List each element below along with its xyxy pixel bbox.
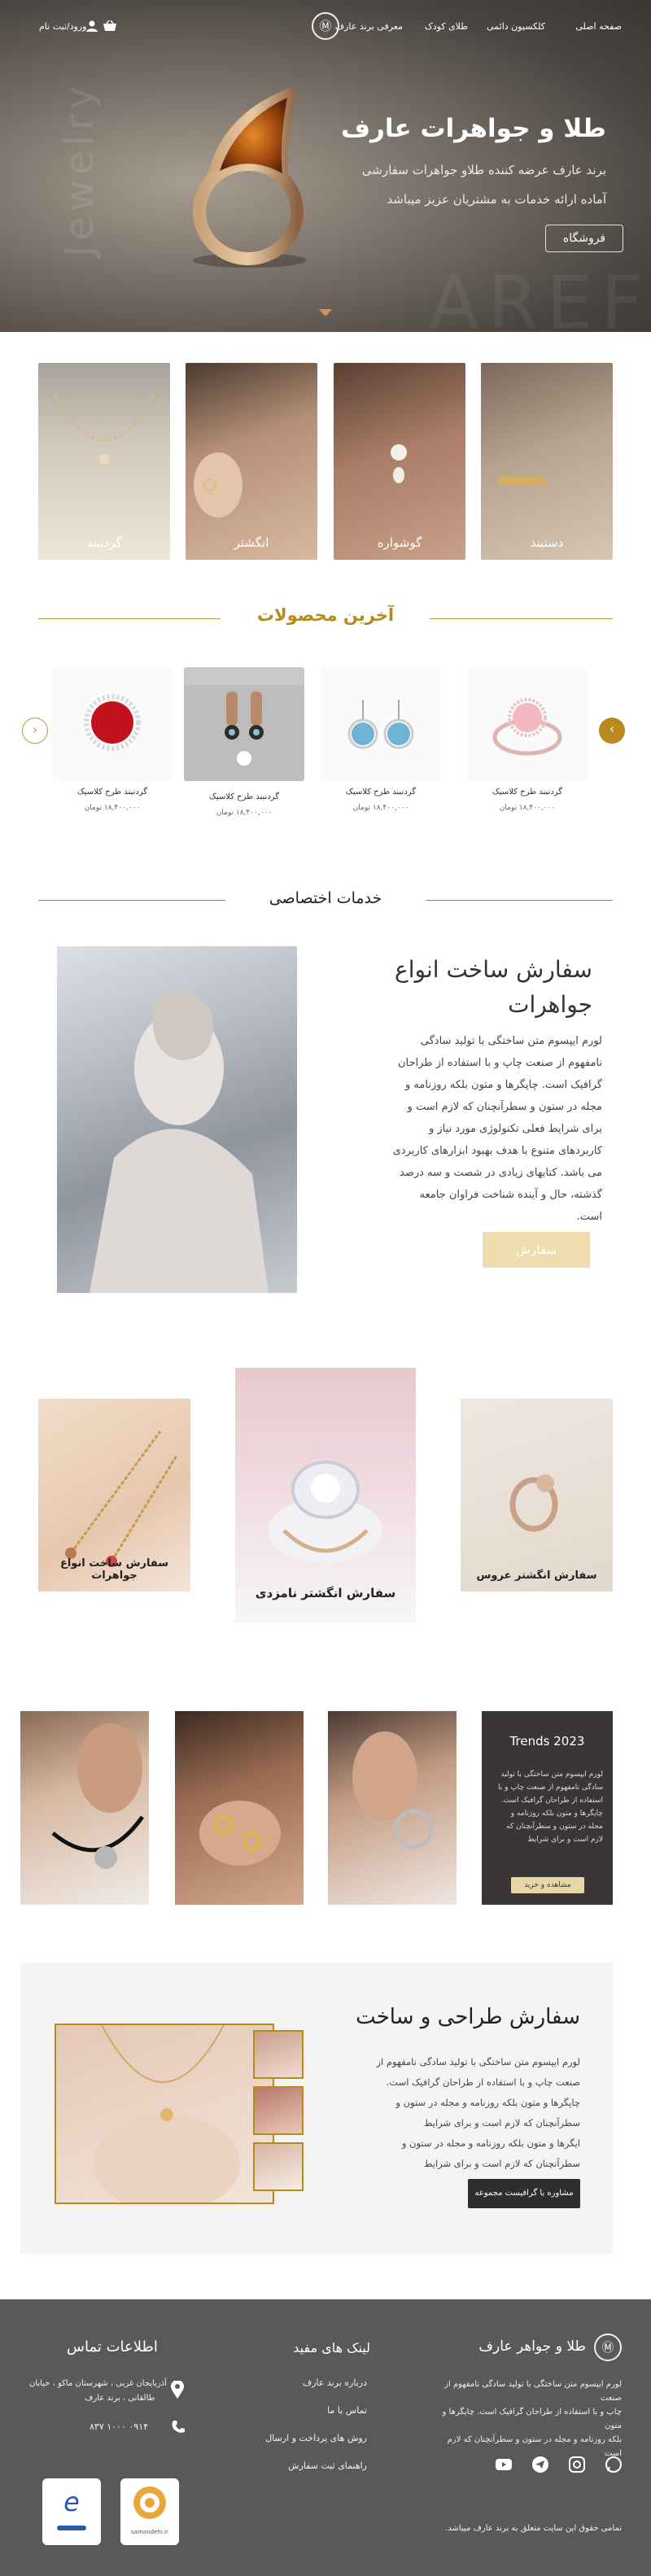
footer-brand: طلا و جواهر عارف [478,2338,586,2355]
trends-body: لورم ایپسوم متن ساختگی با تولید سادگی نام… [498,1770,603,1844]
nav-home[interactable]: صفحه اصلی [575,21,622,32]
trend-photo-ring [175,1711,304,1905]
consult-button[interactable]: مشاوره با گرافیست مجموعه [468,2179,580,2208]
product-image[interactable] [467,667,588,781]
feature-label: سفارش ساخت انواع جواهرات [59,1557,169,1582]
location-icon [171,2380,184,2399]
product-name[interactable]: گردنبند طرح کلاسیک [462,788,592,797]
nav-collection[interactable]: کلکسیون دائمی [487,21,545,32]
services-title: خدمات اختصاصی [269,889,382,907]
feature-card-engagement[interactable]: سفارش انگشتر نامزدی [235,1368,416,1623]
product-name[interactable]: گردنبند طرح کلاسیک [316,788,446,797]
enamad-stars [57,2526,86,2530]
category-label: دستبند [530,535,564,550]
footer-link-guide[interactable]: راهنمای ثبت سفارش [288,2460,367,2471]
basket-icon[interactable] [103,20,117,31]
design-thumb[interactable] [253,2086,304,2135]
phone-icon [171,2420,186,2434]
footer-logo[interactable]: Ⓜ [594,2334,622,2361]
footer-link-about[interactable]: درباره برند عارف [303,2377,367,2388]
product-price: ۱۸,۴۰۰,۰۰۰ تومان [216,809,273,817]
top-navbar: صفحه اصلی کلکسیون دائمی طلای کودک معرفی … [0,0,651,52]
category-card-earring[interactable]: گوشواره [334,363,465,560]
chevron-left-icon[interactable]: ‹ [22,718,48,744]
hero-subtitle-1: برند عارف عرضه کننده طلاو جواهرات سفارشی [361,163,606,177]
services-body: لورم ایپسوم متن ساختگی با تولید سادگی نام… [392,1035,602,1223]
services-heading-1: سفارش ساخت انواع [395,956,592,983]
design-thumb[interactable] [253,2030,304,2079]
feature-label: سفارش انگشتر عروس [476,1570,597,1582]
product-name[interactable]: گردنبند طرح کلاسیک [47,788,177,797]
samandehi-text: samandehi.ir [131,2529,168,2535]
footer: Ⓜ طلا و جواهر عارف لورم ایپسوم متن ساختگ… [0,2299,651,2576]
product-image[interactable] [321,667,441,781]
hero-watermark: AREF [429,260,651,332]
samandehi-badge[interactable]: samandehi.ir [120,2478,179,2545]
product-image[interactable] [52,667,173,781]
design-main-photo [55,2024,274,2204]
whatsapp-icon[interactable] [604,2456,623,2475]
divider [430,618,613,619]
brand-logo[interactable]: Ⓜ [312,12,339,40]
login-link[interactable]: ورود/ثبت نام [39,21,86,32]
nav-kids-gold[interactable]: طلای کودک [425,21,468,32]
trends-card: 2023 Trends لورم ایپسوم متن ساختگی با تو… [482,1711,613,1905]
hero-watermark-vertical: Jewelry [57,81,103,257]
trend-photo-hoop [328,1711,457,1905]
divider [426,900,613,901]
feature-card-jewelry[interactable]: سفارش ساخت انواع جواهرات [38,1399,190,1591]
divider [38,618,221,619]
useful-links-title: لینک های مفید [293,2340,370,2356]
category-label: انگشتر [234,535,269,550]
footer-about: لورم ایپسوم متن ساختگی با تولید سادگی نا… [442,2380,622,2458]
hero-subtitle-2: آماده ارائه خدمات به مشتریان عزیز میباشد [387,192,606,207]
order-button[interactable]: سفارش [483,1232,590,1268]
services-photo [57,946,297,1293]
youtube-icon[interactable] [494,2456,513,2475]
services-heading-2: جواهرات [508,991,592,1018]
enamad-badge[interactable]: e [42,2478,101,2545]
design-title: سفارش طراحی و ساخت [356,2005,580,2029]
footer-link-contact[interactable]: تماس با ما [327,2405,367,2416]
product-name[interactable]: گردنبند طرح کلاسیک [179,792,309,801]
feature-label: سفارش انگشتر نامزدی [255,1586,396,1600]
feature-card-wedding[interactable]: سفارش انگشتر عروس [461,1399,613,1591]
instagram-icon[interactable] [567,2456,587,2475]
latest-products-title: آخرین محصولات [256,605,395,625]
scroll-down-icon[interactable] [319,309,332,317]
trends-title: 2023 Trends [509,1734,585,1749]
product-price: ۱۸,۴۰۰,۰۰۰ تومان [352,804,409,812]
footer-link-payment[interactable]: روش های پرداخت و ارسال [265,2433,367,2443]
chevron-right-icon[interactable]: › [599,718,625,744]
footer-phone[interactable]: ۰۹۱۴ ۱۰۰۰ ۸۳۷ [90,2421,148,2432]
product-price: ۱۸,۴۰۰,۰۰۰ تومان [499,804,556,812]
design-section: سفارش طراحی و ساخت لورم ایپسوم متن ساختگ… [20,1963,613,2254]
category-card-bracelet[interactable]: دستبند [481,363,613,560]
copyright: تمامی حقوق این سایت متعلق به برند عارف م… [445,2524,622,2533]
category-card-necklace[interactable]: گردنبند [38,363,170,560]
category-card-ring[interactable]: انگشتر [186,363,317,560]
divider [38,900,225,901]
category-label: گردنبند [86,535,122,550]
category-label: گوشواره [377,535,422,550]
trend-photo-pendant [20,1711,149,1905]
telegram-icon[interactable] [531,2456,550,2475]
user-icon[interactable] [86,20,98,32]
footer-address-1: آذربایجان غربی ، شهرستان ماکو ، خیابان [29,2379,167,2388]
trends-shop-button[interactable]: مشاهده و خرید [511,1877,584,1893]
nav-about-brand[interactable]: معرفی برند عارف [335,21,403,32]
contact-title: اطلاعات تماس [67,2338,158,2356]
ring-image [193,85,307,268]
design-body: لورم ایپسوم متن ساختگی با تولید سادگی نا… [376,2056,580,2169]
footer-address-2: طالقانی ، برند عارف [85,2394,155,2403]
enamad-logo: e [63,2486,80,2517]
shop-button[interactable]: فروشگاه [545,225,623,252]
product-price: ۱۸,۴۰۰,۰۰۰ تومان [84,804,141,812]
design-thumb[interactable] [253,2142,304,2191]
product-image[interactable] [184,667,304,781]
hero-title: طلا و جواهرات عارف [340,114,606,143]
